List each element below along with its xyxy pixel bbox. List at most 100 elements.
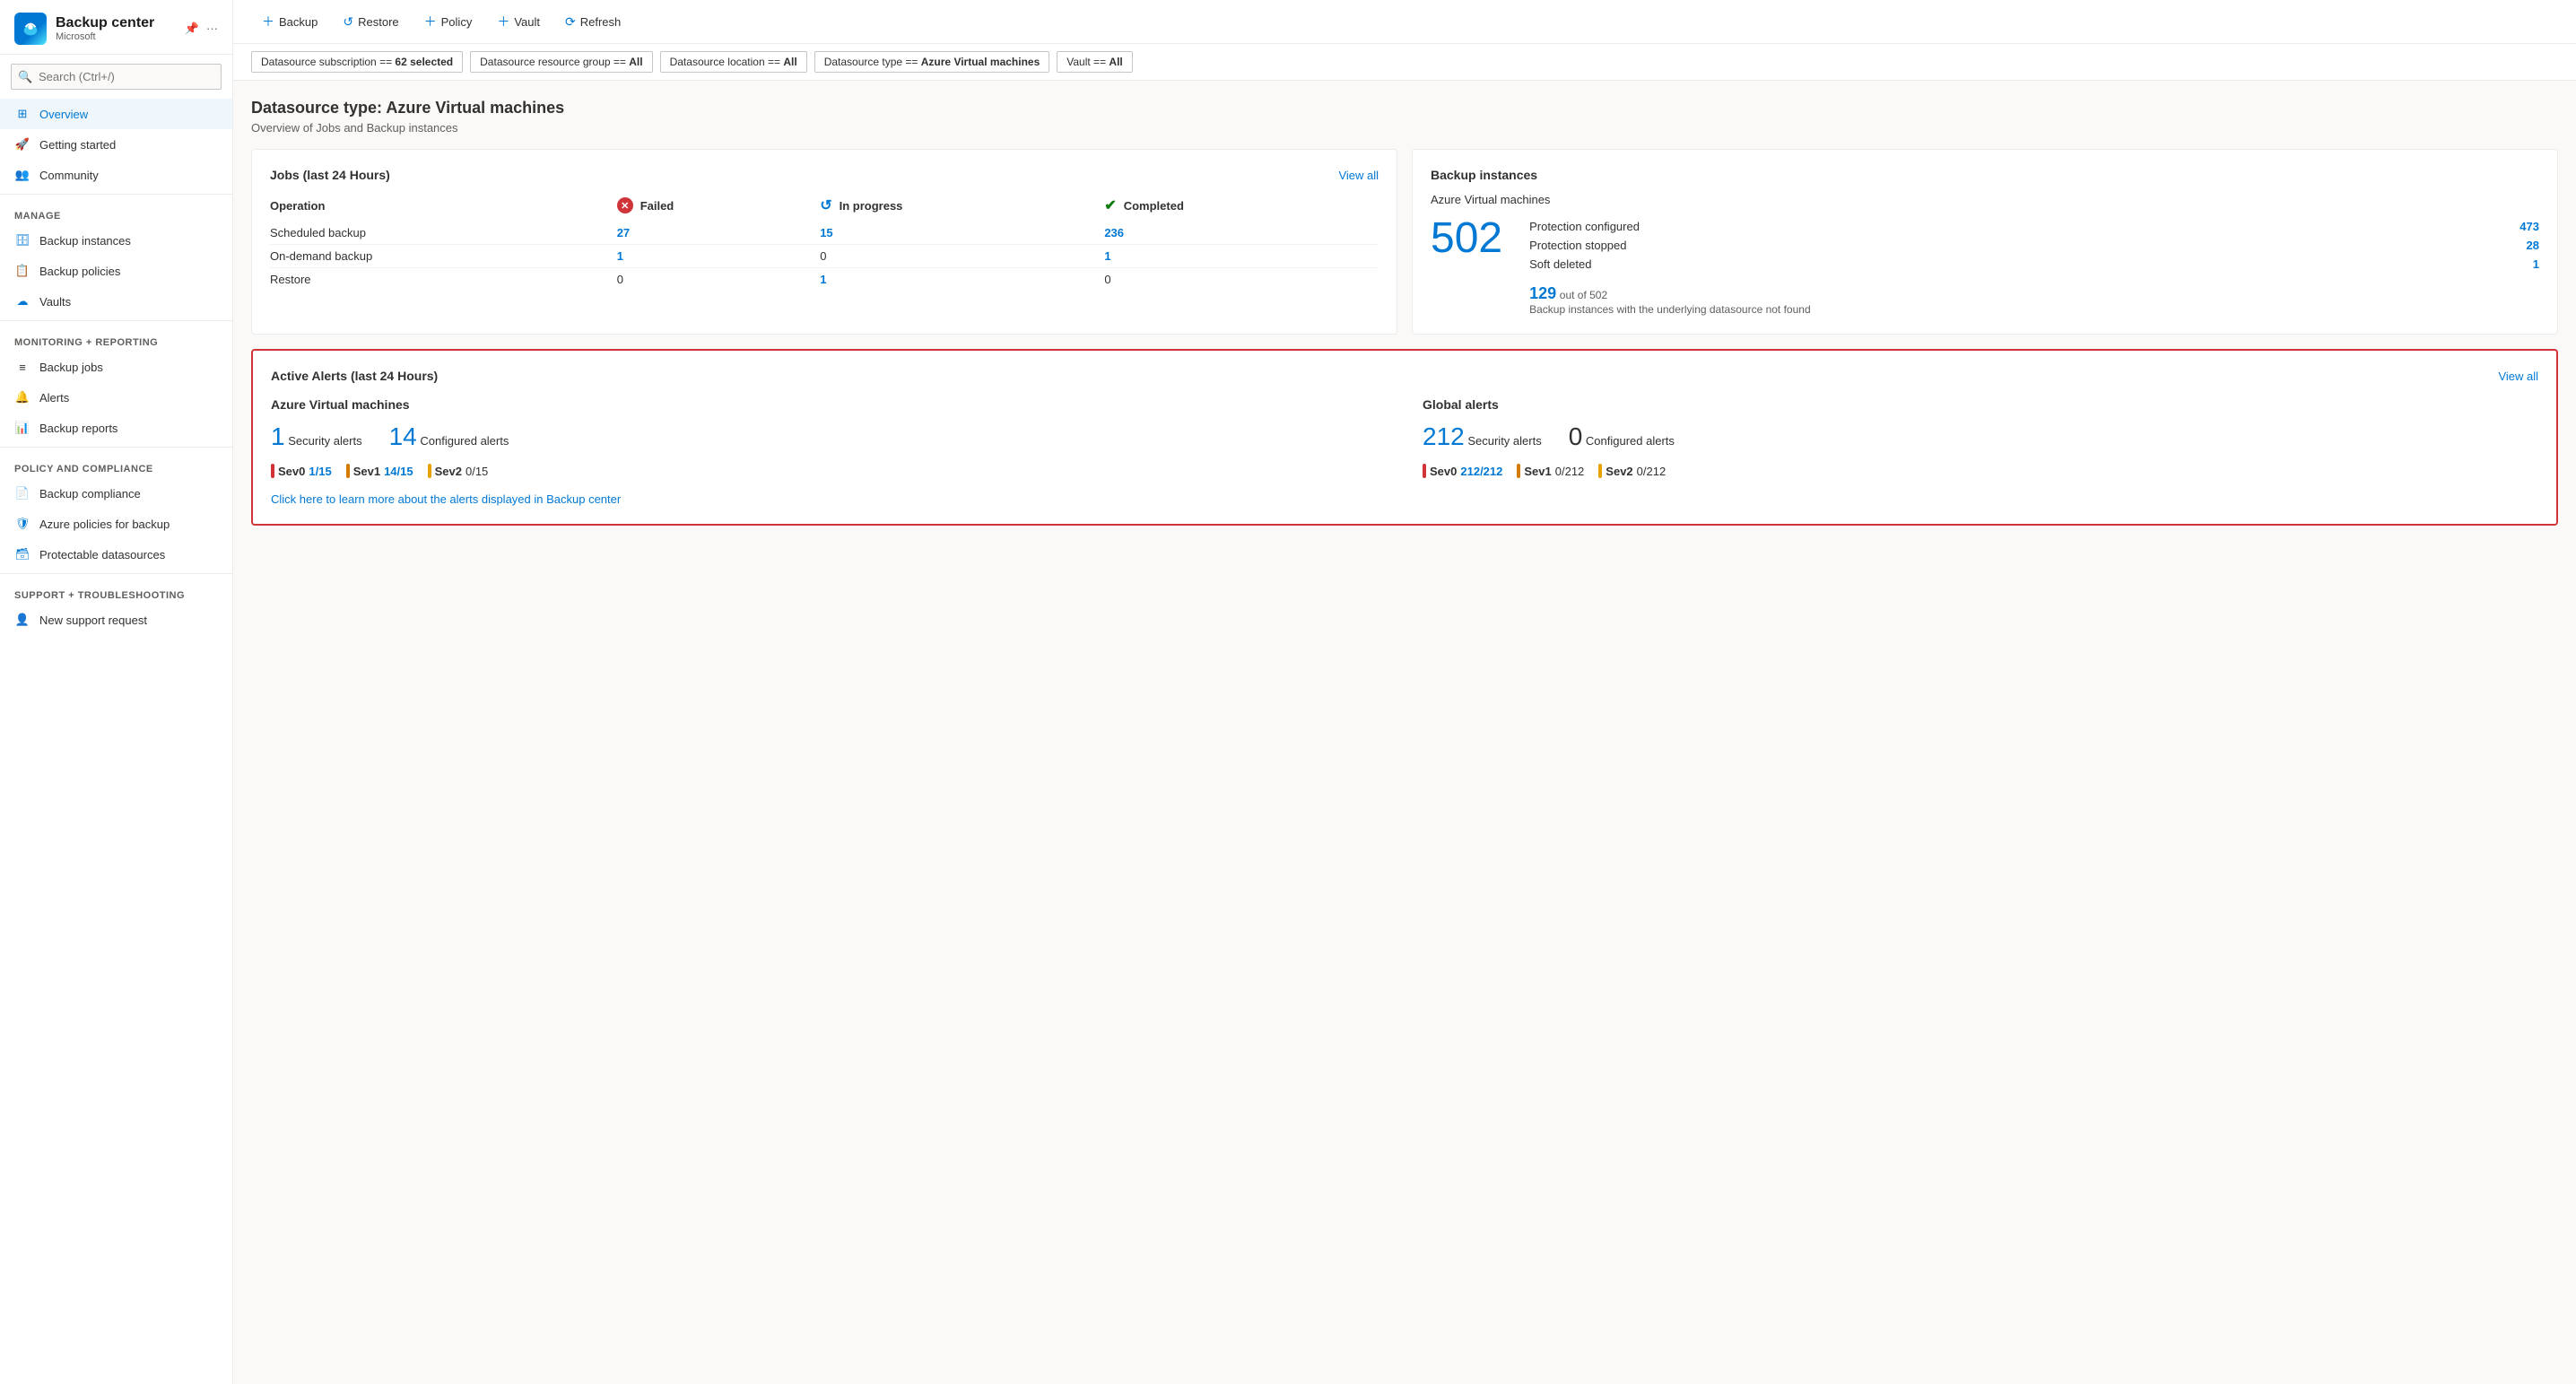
sidebar-item-label: Backup compliance: [39, 487, 141, 501]
sidebar-item-label: Alerts: [39, 391, 69, 405]
protection-stopped-val[interactable]: 28: [2527, 239, 2539, 252]
vault-button[interactable]: ＋ Vault: [486, 7, 551, 36]
sidebar-item-community[interactable]: 👥 Community: [0, 160, 232, 190]
vault-plus-icon: ＋: [497, 13, 509, 30]
sidebar-item-new-support-request[interactable]: 👤 New support request: [0, 605, 232, 635]
sev2-label: Sev2: [435, 465, 462, 478]
monitoring-section-label: Monitoring + reporting: [0, 325, 232, 352]
global-sev-row: Sev0 212/212 Sev1 0/212 Sev2 0/212: [1423, 464, 2538, 478]
secondary-suffix: out of 502: [1560, 289, 1607, 301]
sidebar-item-label: Backup instances: [39, 234, 131, 248]
secondary-num[interactable]: 129: [1529, 284, 1556, 302]
sidebar-item-backup-policies[interactable]: 📋 Backup policies: [0, 256, 232, 286]
global-sev0-val[interactable]: 212/212: [1460, 465, 1502, 478]
filter-label: Datasource location ==: [670, 56, 784, 68]
completed-value[interactable]: 1: [1104, 249, 1110, 263]
sidebar-item-label: New support request: [39, 614, 147, 627]
alerts-two-col: Azure Virtual machines 1 Security alerts…: [271, 397, 2538, 485]
sidebar-item-backup-reports[interactable]: 📊 Backup reports: [0, 413, 232, 443]
jobs-card-title: Jobs (last 24 Hours): [270, 168, 390, 182]
alerts-learn-more-link[interactable]: Click here to learn more about the alert…: [271, 492, 2538, 506]
policy-button-label: Policy: [441, 15, 473, 29]
soft-deleted-label: Soft deleted: [1529, 257, 1591, 271]
filter-label: Vault ==: [1066, 56, 1109, 68]
inprogress-cell: 15: [820, 222, 1104, 245]
jobs-table: Operation ✕ Failed ↺: [270, 193, 1379, 291]
policy-plus-icon: ＋: [424, 13, 437, 30]
azure-sev0-val[interactable]: 1/15: [309, 465, 331, 478]
azure-sev2-val: 0/15: [466, 465, 488, 478]
backup-policies-icon: 📋: [14, 263, 30, 279]
sidebar-item-protectable-datasources[interactable]: 🗃 Protectable datasources: [0, 539, 232, 570]
table-row: On-demand backup 1 0 1: [270, 245, 1379, 268]
backup-jobs-icon: ≡: [14, 359, 30, 375]
policy-section-label: Policy and compliance: [0, 451, 232, 478]
global-configured-count: 0: [1569, 422, 1583, 450]
sidebar-item-getting-started[interactable]: 🚀 Getting started: [0, 129, 232, 160]
global-sev2-bar: [1598, 464, 1602, 478]
protection-configured-val[interactable]: 473: [2519, 220, 2539, 233]
sidebar-item-backup-jobs[interactable]: ≡ Backup jobs: [0, 352, 232, 382]
filter-resource-group[interactable]: Datasource resource group == All: [470, 51, 652, 73]
sidebar-item-backup-instances[interactable]: 🗄 Backup instances: [0, 225, 232, 256]
refresh-button[interactable]: ⟳ Refresh: [554, 9, 631, 35]
cards-row-top: Jobs (last 24 Hours) View all Operation …: [251, 149, 2558, 335]
vault-button-label: Vault: [514, 15, 540, 29]
azure-security-count-item: 1 Security alerts: [271, 422, 362, 451]
completed-value[interactable]: 236: [1104, 226, 1124, 239]
soft-deleted-val[interactable]: 1: [2533, 257, 2539, 271]
sidebar-item-azure-policies[interactable]: 🛡 Azure policies for backup: [0, 509, 232, 539]
inprogress-value[interactable]: 1: [820, 273, 826, 286]
backup-compliance-icon: 📄: [14, 485, 30, 501]
backup-instances-total[interactable]: 502: [1431, 217, 1502, 260]
failed-value[interactable]: 1: [617, 249, 623, 263]
jobs-card: Jobs (last 24 Hours) View all Operation …: [251, 149, 1397, 335]
backup-instances-layout: 502 Protection configured 473 Protection…: [1431, 217, 2539, 316]
col-inprogress: ↺ In progress: [820, 193, 1104, 222]
alerts-view-all-link[interactable]: View all: [2498, 370, 2538, 383]
alerts-global-col-title: Global alerts: [1423, 397, 2538, 412]
sidebar-item-backup-compliance[interactable]: 📄 Backup compliance: [0, 478, 232, 509]
alerts-card-title: Active Alerts (last 24 Hours): [271, 369, 438, 383]
global-sev1-label: Sev1: [1524, 465, 1551, 478]
filter-datasource-type[interactable]: Datasource type == Azure Virtual machine…: [814, 51, 1050, 73]
filter-label: Datasource subscription ==: [261, 56, 395, 68]
failed-value[interactable]: 27: [617, 226, 630, 239]
azure-sev0-item: Sev0 1/15: [271, 464, 332, 478]
filter-subscription[interactable]: Datasource subscription == 62 selected: [251, 51, 463, 73]
col-failed: ✕ Failed: [617, 193, 821, 222]
backup-instances-card-header: Backup instances: [1431, 168, 2539, 182]
sidebar-item-overview[interactable]: ⊞ Overview: [0, 99, 232, 129]
restore-icon: ↺: [343, 14, 353, 30]
azure-policies-icon: 🛡: [14, 516, 30, 532]
failed-status-icon: ✕: [617, 197, 633, 213]
filter-location[interactable]: Datasource location == All: [660, 51, 807, 73]
search-input[interactable]: [11, 64, 222, 90]
filter-bar: Datasource subscription == 62 selected D…: [233, 44, 2576, 81]
inprogress-value[interactable]: 15: [820, 226, 832, 239]
sidebar-item-vaults[interactable]: ☁ Vaults: [0, 286, 232, 317]
operation-cell: Restore: [270, 268, 617, 292]
backup-button[interactable]: ＋ Backup: [251, 7, 328, 36]
sev0-label: Sev0: [278, 465, 305, 478]
inprogress-cell: 0: [820, 245, 1104, 268]
sev2-bar: [428, 464, 431, 478]
policy-button[interactable]: ＋ Policy: [413, 7, 483, 36]
filter-value: All: [629, 56, 642, 68]
refresh-button-label: Refresh: [580, 15, 622, 29]
global-security-count: 212: [1423, 422, 1465, 450]
pin-icon[interactable]: 📌: [185, 22, 199, 36]
jobs-view-all-link[interactable]: View all: [1338, 169, 1379, 182]
filter-vault[interactable]: Vault == All: [1057, 51, 1133, 73]
restore-button[interactable]: ↺ Restore: [332, 9, 409, 35]
completed-cell: 1: [1104, 245, 1379, 268]
azure-sev1-val[interactable]: 14/15: [384, 465, 413, 478]
getting-started-icon: 🚀: [14, 136, 30, 152]
sidebar-item-alerts[interactable]: 🔔 Alerts: [0, 382, 232, 413]
inprogress-status-icon: ↺: [820, 196, 831, 214]
filter-value: All: [783, 56, 796, 68]
more-icon[interactable]: ···: [206, 22, 218, 36]
col-operation: Operation: [270, 193, 617, 222]
protectable-datasources-icon: 🗃: [14, 546, 30, 562]
operation-cell: Scheduled backup: [270, 222, 617, 245]
